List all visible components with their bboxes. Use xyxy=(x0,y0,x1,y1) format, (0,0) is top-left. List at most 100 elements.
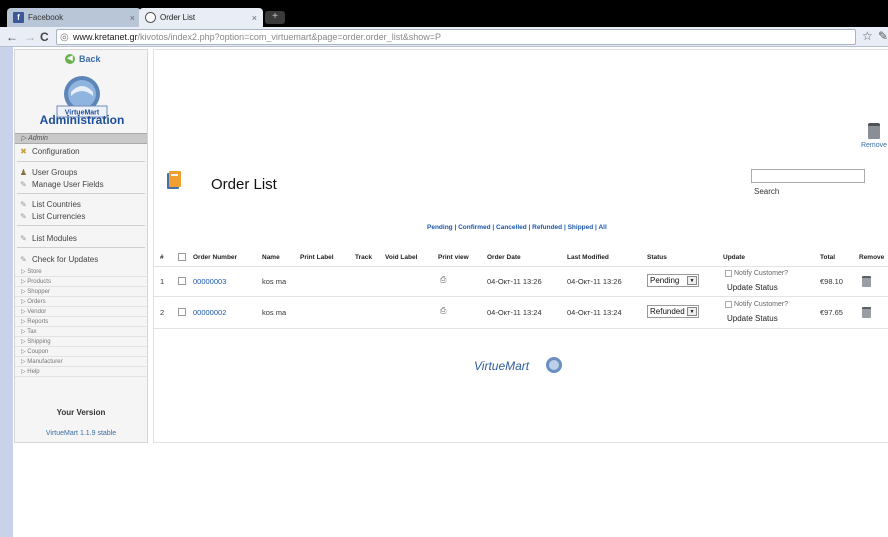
filter-all[interactable]: All xyxy=(598,224,606,231)
section-label: Coupon xyxy=(27,349,49,355)
divider xyxy=(17,247,145,248)
column-header: Track xyxy=(355,254,372,261)
column-header: Name xyxy=(262,254,280,261)
trash-icon xyxy=(868,123,880,139)
sidebar-item-list-modules[interactable]: ✎ List Modules xyxy=(19,234,77,243)
notify-label: Notify Customer? xyxy=(734,301,789,308)
notify-customer[interactable]: Notify Customer? xyxy=(725,270,788,277)
divider xyxy=(17,225,145,226)
printer-icon[interactable]: ⎙ xyxy=(440,306,446,316)
notify-customer[interactable]: Notify Customer? xyxy=(725,301,788,308)
status-select[interactable]: Pending ▼ xyxy=(647,274,699,287)
url-path: /kivotos/index2.php?option=com_virtuemar… xyxy=(137,32,441,42)
column-header: Last Modified xyxy=(567,254,609,261)
tab-facebook[interactable]: f Facebook × xyxy=(7,8,141,27)
close-icon[interactable]: × xyxy=(130,13,135,23)
main-content xyxy=(153,49,888,443)
sidebar-section-shipping[interactable]: ▷ Shipping xyxy=(15,337,147,347)
search-button[interactable]: Search xyxy=(754,187,779,196)
reload-icon[interactable]: C xyxy=(40,29,49,45)
admin-section-bar[interactable]: ▷ Admin xyxy=(15,133,147,144)
remove-toolbar-button[interactable]: Remove xyxy=(860,123,888,149)
notify-checkbox[interactable] xyxy=(725,301,732,308)
address-bar[interactable]: ◎ www.kretanet.gr/kivotos/index2.php?opt… xyxy=(56,29,856,45)
divider xyxy=(154,328,888,329)
sidebar-section-reports[interactable]: ▷ Reports xyxy=(15,317,147,327)
customer-name: kos ma xyxy=(262,308,287,317)
filter-confirmed[interactable]: Confirmed xyxy=(458,224,491,231)
row-checkbox[interactable] xyxy=(178,277,186,285)
notify-label: Notify Customer? xyxy=(734,270,789,277)
filter-shipped[interactable]: Shipped xyxy=(568,224,594,231)
order-number-link[interactable]: 00000003 xyxy=(193,277,226,286)
sidebar-section-vendor[interactable]: ▷ Vendor xyxy=(15,307,147,317)
sidebar-section-manufacturer[interactable]: ▷ Manufacturer xyxy=(15,357,147,367)
bookmark-star-icon[interactable]: ☆ xyxy=(862,29,873,43)
page-title: Order List xyxy=(211,176,277,193)
divider xyxy=(17,161,145,162)
column-header: Print view xyxy=(438,254,469,261)
sidebar-section-coupon[interactable]: ▷ Coupon xyxy=(15,347,147,357)
back-link[interactable]: ◀ Back xyxy=(65,54,101,64)
admin-title: Administration xyxy=(39,113,125,127)
column-header: Status xyxy=(647,254,667,261)
sidebar-item-list-currencies[interactable]: ✎ List Currencies xyxy=(19,212,85,221)
row-checkbox[interactable] xyxy=(178,308,186,316)
sidebar-section-products[interactable]: ▷ Products xyxy=(15,277,147,287)
filter-refunded[interactable]: Refunded xyxy=(532,224,562,231)
filter-pending[interactable]: Pending xyxy=(427,224,453,231)
sidebar-item-check-for-updates[interactable]: ✎ Check for Updates xyxy=(19,255,98,264)
remove-icon[interactable] xyxy=(862,276,871,287)
facebook-icon: f xyxy=(13,12,24,23)
column-header: Update xyxy=(723,254,746,261)
back-arrow-icon[interactable]: ← xyxy=(6,29,18,45)
section-label: Reports xyxy=(27,319,49,325)
last-modified: 04-Окт-11 13:26 xyxy=(567,277,622,286)
sidebar-item-configuration[interactable]: ✖ Configuration xyxy=(19,147,79,156)
new-tab-button[interactable]: + xyxy=(265,11,285,24)
sidebar-section-help[interactable]: ▷ Help xyxy=(15,367,147,377)
status-value: Pending xyxy=(650,276,680,285)
column-header: # xyxy=(160,254,164,261)
admin-sidebar: ◀ Back VirtueMart Administration ▷ Admin… xyxy=(14,49,148,443)
divider xyxy=(154,266,888,267)
close-icon[interactable]: × xyxy=(252,13,257,23)
row-number: 1 xyxy=(160,277,165,286)
forward-arrow-icon[interactable]: → xyxy=(24,29,36,45)
section-label: Manufacturer xyxy=(27,359,63,365)
section-label: Help xyxy=(27,369,40,375)
filter-cancelled[interactable]: Cancelled xyxy=(496,224,527,231)
last-modified: 04-Окт-11 13:24 xyxy=(567,308,622,317)
column-header: Print Label xyxy=(300,254,334,261)
wrench-icon: ✖ xyxy=(20,147,27,156)
sidebar-item-user-groups[interactable]: ♟ User Groups xyxy=(19,168,77,177)
remove-icon[interactable] xyxy=(862,307,871,318)
printer-icon[interactable]: ⎙ xyxy=(440,275,446,285)
users-icon: ♟ xyxy=(19,168,28,177)
status-select[interactable]: Refunded ▼ xyxy=(647,305,699,318)
sidebar-item-label: List Modules xyxy=(32,234,77,243)
update-status-button[interactable]: Update Status xyxy=(727,283,778,292)
chevron-down-icon: ▼ xyxy=(687,276,697,285)
sidebar-item-manage-user-fields[interactable]: ✎ Manage User Fields xyxy=(19,180,103,189)
sidebar-section-tax[interactable]: ▷ Tax xyxy=(15,327,147,337)
url-host: www.kretanet.gr xyxy=(73,32,138,42)
sidebar-section-store[interactable]: ▷ Store xyxy=(15,267,147,277)
order-number-link[interactable]: 00000002 xyxy=(193,308,226,317)
tab-order-list[interactable]: Order List × xyxy=(139,8,263,27)
update-status-button[interactable]: Update Status xyxy=(727,314,778,323)
select-all-checkbox[interactable] xyxy=(178,253,186,261)
footer-logo-text: VirtueMart xyxy=(474,359,530,373)
wrench-icon[interactable]: ✎ xyxy=(878,29,888,43)
remove-label: Remove xyxy=(860,142,888,149)
section-label: Shopper xyxy=(27,289,50,295)
notify-checkbox[interactable] xyxy=(725,270,732,277)
virtuemart-footer-logo: VirtueMart xyxy=(474,357,562,373)
sidebar-section-shopper[interactable]: ▷ Shopper xyxy=(15,287,147,297)
sidebar-section-orders[interactable]: ▷ Orders xyxy=(15,297,147,307)
search-input[interactable] xyxy=(751,169,865,183)
section-label: Vendor xyxy=(27,309,47,315)
orders-icon xyxy=(167,171,181,189)
left-strip xyxy=(0,47,13,537)
sidebar-item-list-countries[interactable]: ✎ List Countries xyxy=(19,200,81,209)
